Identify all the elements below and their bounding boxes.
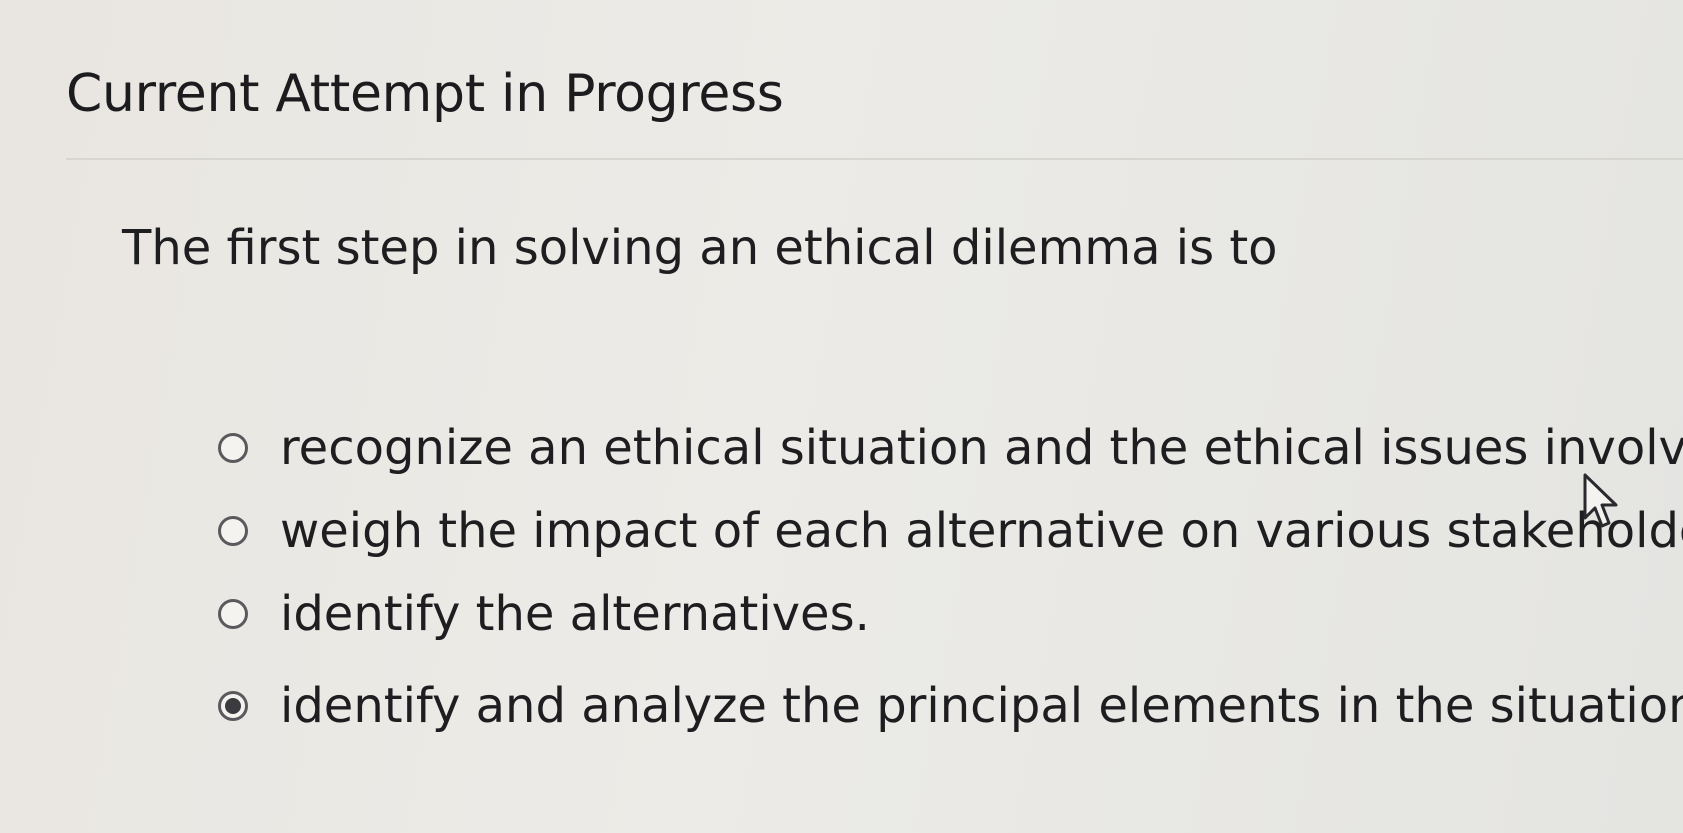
answer-option-label: recognize an ethical situation and the e… [280,420,1683,476]
answer-option-4[interactable]: identify and analyze the principal eleme… [218,666,1683,746]
answer-option-label: identify and analyze the principal eleme… [280,678,1683,734]
radio-button-2[interactable] [218,516,248,546]
quiz-page: Current Attempt in Progress The first st… [0,0,1683,833]
answer-option-label: weigh the impact of each alternative on … [280,503,1683,559]
answer-option-2[interactable]: weigh the impact of each alternative on … [218,491,1683,571]
mouse-pointer-icon [1583,473,1618,528]
question-prompt: The first step in solving an ethical dil… [122,220,1278,276]
answer-option-3[interactable]: identify the alternatives. [218,574,870,654]
answer-option-label: identify the alternatives. [280,586,870,642]
radio-button-1[interactable] [218,433,248,463]
radio-button-3[interactable] [218,599,248,629]
title-divider [66,158,1683,160]
attempt-title: Current Attempt in Progress [66,64,784,124]
radio-button-4[interactable] [218,691,248,721]
answer-option-1[interactable]: recognize an ethical situation and the e… [218,408,1683,488]
answer-options: recognize an ethical situation and the e… [218,398,1683,798]
